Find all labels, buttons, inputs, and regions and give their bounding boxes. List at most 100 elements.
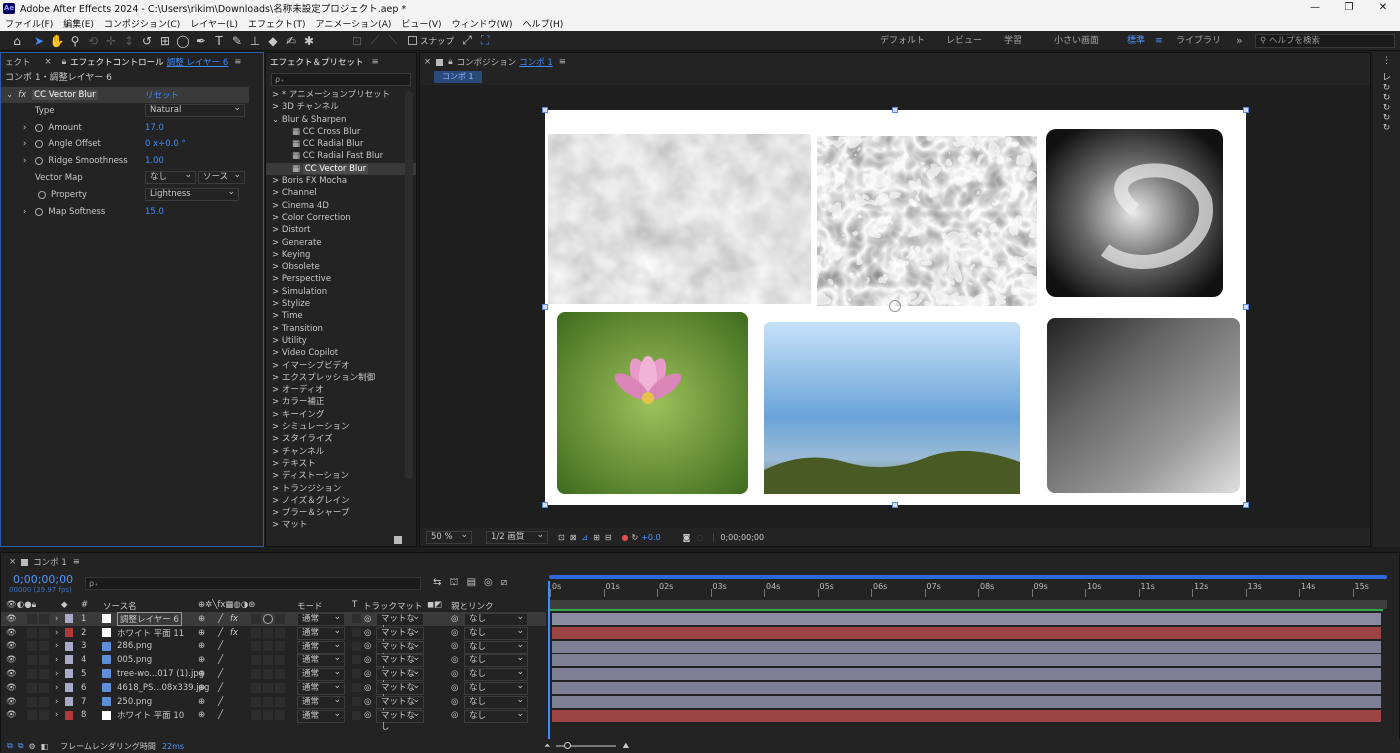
menu-file[interactable]: ファイル(F) <box>0 17 58 30</box>
quality-switch-icon[interactable]: ╱ <box>218 628 223 638</box>
timeline-timecode[interactable]: 0;00;00;00 <box>13 573 73 586</box>
workspace-libraries[interactable]: ライブラリ <box>1176 31 1221 51</box>
vector-map-dropdown[interactable]: なし <box>145 170 196 184</box>
layer-name[interactable]: ホワイト 平面 11 <box>117 627 184 639</box>
collapse-switch-icon[interactable]: ⊕ <box>198 697 205 707</box>
3d-switch[interactable] <box>275 696 285 707</box>
preset-item[interactable]: > 3D チャンネル <box>266 101 416 113</box>
preset-item[interactable]: > エクスプレッション制御 <box>266 372 416 384</box>
menu-layer[interactable]: レイヤー(L) <box>185 17 243 30</box>
reset-link[interactable]: リセット <box>145 89 179 101</box>
lock-toggle[interactable] <box>39 613 49 624</box>
matte-pickwhip-icon[interactable]: ◎ <box>364 628 371 638</box>
parent-dropdown[interactable]: なし <box>464 709 528 723</box>
preset-item[interactable]: > ノイズ＆グレイン <box>266 495 416 507</box>
3d-switch[interactable] <box>275 655 285 666</box>
panel-options-icon[interactable]: ≡ <box>372 57 379 67</box>
snap-target-icon[interactable]: ⛶ <box>476 32 494 50</box>
preserve-transparency-toggle[interactable] <box>352 683 361 692</box>
graph-editor-icon[interactable]: ⧄ <box>501 577 507 590</box>
more-options-icon[interactable]: ⋮ <box>1373 56 1400 66</box>
menu-composition[interactable]: コンポジション(C) <box>99 17 185 30</box>
minimize-button[interactable]: — <box>1298 0 1332 16</box>
preserve-transparency-toggle[interactable] <box>352 710 361 720</box>
maximize-button[interactable]: ❐ <box>1332 0 1366 16</box>
prev-tab-label[interactable]: ェクト <box>5 56 31 68</box>
stopwatch-icon[interactable] <box>35 208 44 216</box>
motion-blur-switch[interactable] <box>251 710 261 721</box>
eye-icon[interactable]: 👁︎ <box>6 697 17 707</box>
eye-icon[interactable]: 👁︎ <box>6 683 17 693</box>
view-axis-icon[interactable]: ⟍ <box>384 32 402 50</box>
pan-tool-icon[interactable]: ✛ <box>102 32 120 50</box>
blend-mode-dropdown[interactable]: 通常 <box>297 709 345 723</box>
preset-item[interactable]: > Color Correction <box>266 212 416 224</box>
resolution-dropdown[interactable]: 1/2 画質 <box>486 530 548 544</box>
quality-switch-icon[interactable]: ╱ <box>218 710 223 720</box>
parent-pickwhip-icon[interactable]: ◎ <box>451 641 458 651</box>
preserve-transparency-toggle[interactable] <box>352 655 361 665</box>
solo-toggle[interactable] <box>27 613 37 624</box>
track-matte-dropdown[interactable]: マットなし <box>376 667 424 690</box>
blend-mode-dropdown[interactable]: 通常 <box>297 695 345 709</box>
preset-item[interactable]: > Transition <box>266 323 416 335</box>
map-softness-value[interactable]: 15.0 <box>145 207 164 217</box>
preset-item[interactable]: > キーイング <box>266 409 416 421</box>
menu-help[interactable]: ヘルプ(H) <box>517 17 568 30</box>
lock-toggle[interactable] <box>39 655 49 666</box>
world-axis-icon[interactable]: ⟋ <box>366 32 384 50</box>
parent-dropdown[interactable]: なし <box>464 640 528 654</box>
transform-handle[interactable] <box>542 304 548 310</box>
adjustment-switch[interactable] <box>263 641 273 652</box>
parent-pickwhip-icon[interactable]: ◎ <box>451 697 458 707</box>
preset-item[interactable]: > Obsolete <box>266 261 416 273</box>
preset-item[interactable]: > Perspective <box>266 273 416 285</box>
effect-controls-tab[interactable]: ェクト × 🔒︎ エフェクトコントロール 調整 レイヤー 6 ≡ » <box>1 53 263 71</box>
timeline-tab[interactable]: × コンポ 1 ≡ <box>1 553 1399 571</box>
track-matte-dropdown[interactable]: マットなし <box>376 695 424 718</box>
close-tab-icon[interactable]: × <box>424 57 431 67</box>
effects-presets-tab[interactable]: エフェクト＆プリセット ≡ <box>266 53 416 71</box>
snap-options-icon[interactable]: ⤢ <box>458 32 476 50</box>
collapse-switch-icon[interactable]: ⊕ <box>198 614 205 624</box>
eraser-tool-icon[interactable]: ◆ <box>264 32 282 50</box>
in-out-icon[interactable]: ⚙ <box>28 742 35 751</box>
timeline-zoom-slider[interactable] <box>556 742 617 749</box>
motion-blur-switch[interactable] <box>251 682 261 693</box>
matte-pickwhip-icon[interactable]: ◎ <box>364 683 371 693</box>
layer-row[interactable]: 👁︎ › 3 286.png ⊕ ╱ 通常 ◎ マットなし ◎ なし <box>1 640 546 663</box>
composition-tab[interactable]: × 🔒︎ コンポジション コンポ 1 ≡ <box>420 53 1370 71</box>
chevron-right-icon[interactable]: › <box>55 614 58 624</box>
motion-blur-switch[interactable] <box>251 613 261 624</box>
lock-icon[interactable]: 🔒︎ <box>448 57 453 67</box>
anchor-point-icon[interactable] <box>889 300 901 312</box>
3d-switch[interactable] <box>275 627 285 638</box>
render-time-icon[interactable]: ◧ <box>41 742 49 751</box>
transparency-grid-icon[interactable]: ⊠ <box>570 533 577 542</box>
label-color-swatch[interactable] <box>65 669 73 679</box>
quality-switch-icon[interactable]: ╱ <box>218 683 223 693</box>
time-ruler[interactable]: 0s 01s 02s 03s 04s 05s 06s 07s 08s 09s 10s 11s 12s 13… <box>549 575 1387 599</box>
preserve-transparency-toggle[interactable] <box>352 627 361 637</box>
adjustment-switch[interactable] <box>263 696 273 707</box>
undo-icon[interactable]: ↻ <box>1373 113 1400 123</box>
preset-item[interactable]: > Utility <box>266 335 416 347</box>
solo-toggle[interactable] <box>27 655 37 666</box>
parent-dropdown[interactable]: なし <box>464 612 528 626</box>
panel-options-icon[interactable]: ≡ <box>234 57 241 67</box>
chevron-right-icon[interactable]: › <box>55 641 58 651</box>
lock-icon[interactable]: 🔒︎ <box>62 57 67 67</box>
menu-edit[interactable]: 編集(E) <box>58 17 99 30</box>
preset-item[interactable]: > Simulation <box>266 286 416 298</box>
chevron-right-icon[interactable]: › <box>55 697 58 707</box>
undo-icon[interactable]: ↻ <box>1373 83 1400 93</box>
label-color-swatch[interactable] <box>65 627 73 637</box>
frame-blend-icon[interactable]: ▤ <box>467 577 476 590</box>
layer-duration-bar[interactable] <box>552 695 1381 708</box>
parent-dropdown[interactable]: なし <box>464 667 528 682</box>
undo-icon[interactable]: ↻ <box>1373 103 1400 113</box>
zoom-in-icon[interactable]: ⛰ <box>622 741 629 751</box>
chevron-right-icon[interactable]: › <box>23 139 26 149</box>
shy-icon[interactable]: ⛫ <box>449 577 458 590</box>
solo-toggle[interactable] <box>27 641 37 652</box>
